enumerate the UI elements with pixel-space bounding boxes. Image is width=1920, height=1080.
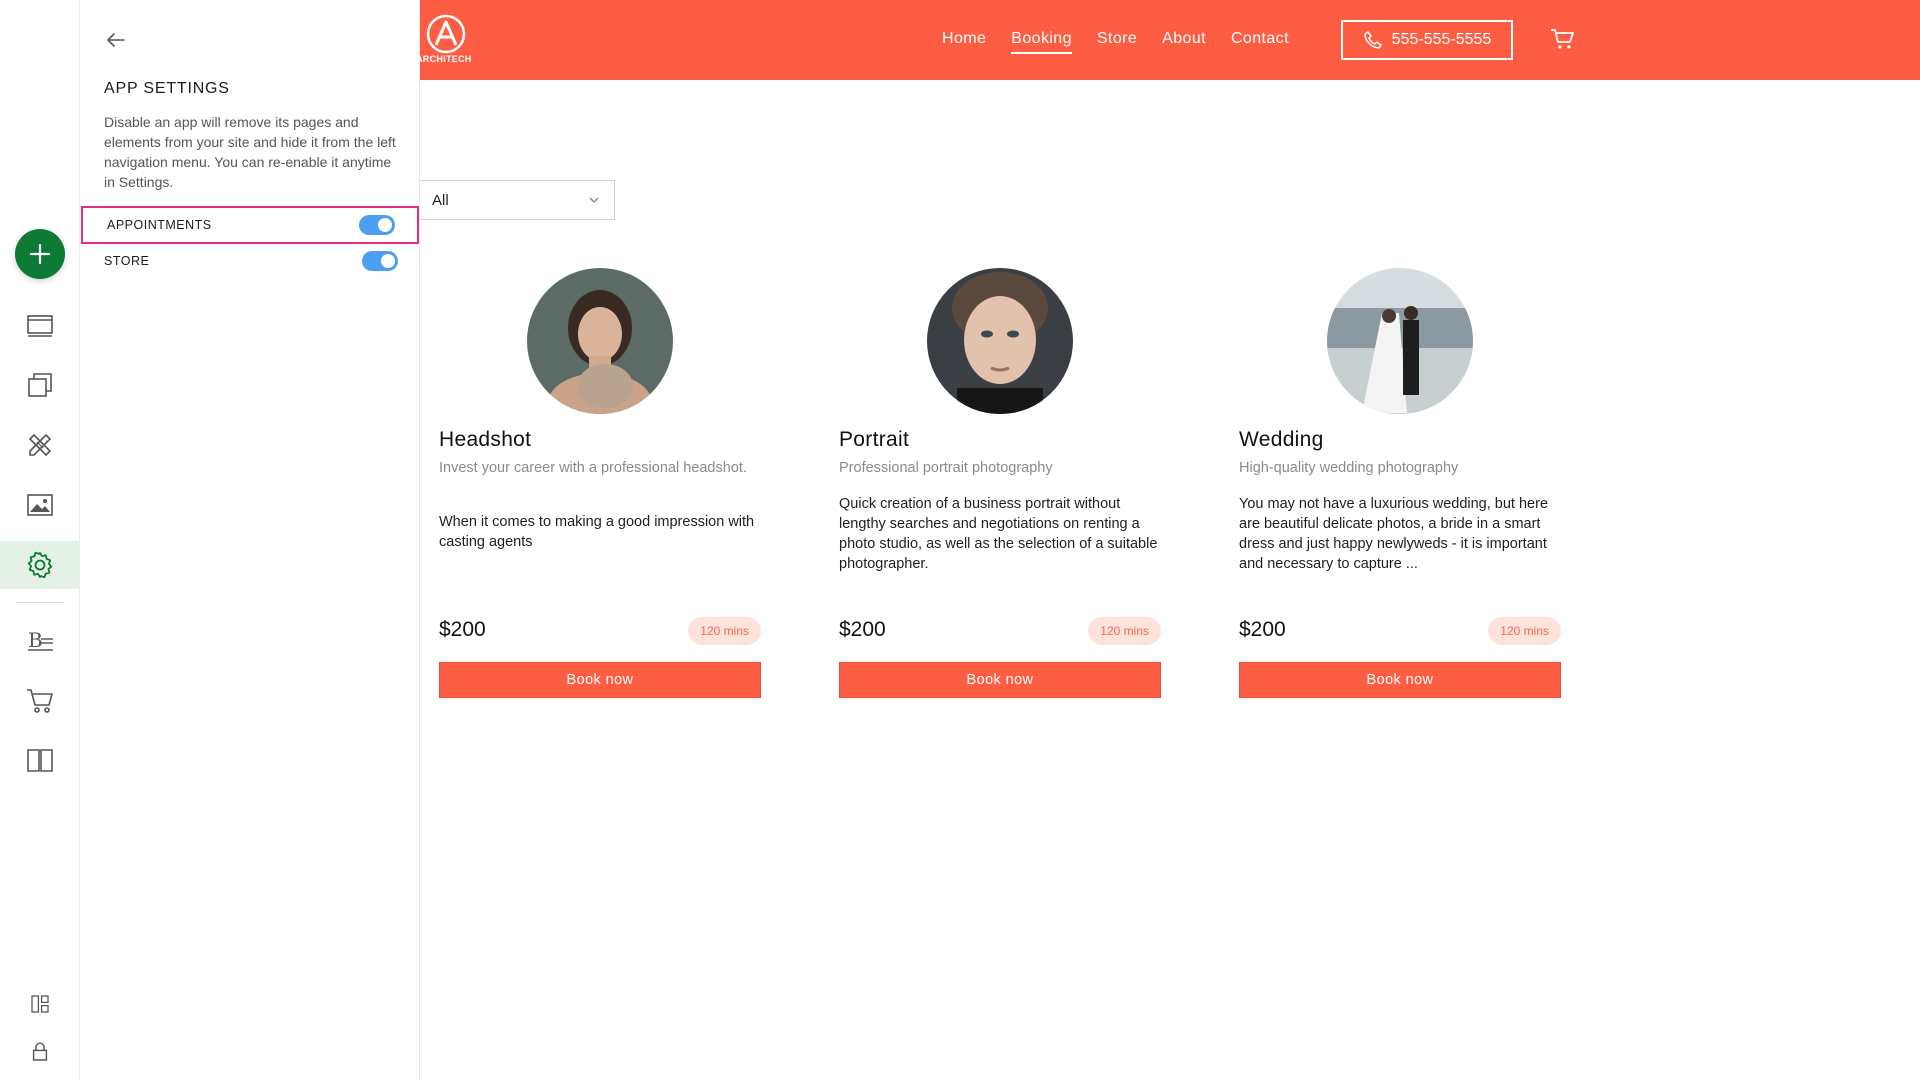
blog-button[interactable]: B	[0, 616, 80, 664]
book-now-button[interactable]: Book now	[1239, 662, 1561, 698]
app-label-appointments: APPOINTMENTS	[107, 218, 212, 232]
cart-icon	[27, 689, 53, 713]
cart-icon[interactable]	[1550, 27, 1576, 51]
help-book-button[interactable]	[0, 736, 80, 784]
category-filter-dropdown[interactable]: All	[420, 180, 615, 220]
lock-button[interactable]	[0, 1028, 80, 1076]
layout-icon	[27, 315, 53, 337]
book-icon	[27, 749, 53, 772]
service-card-portrait: Portrait Professional portrait photograp…	[839, 268, 1161, 708]
logo-text: ARCHITECH	[416, 54, 472, 64]
back-arrow-icon[interactable]	[102, 28, 130, 52]
panel-title: APP SETTINGS	[104, 80, 230, 97]
headshot-photo	[527, 268, 673, 414]
portrait-photo	[927, 268, 1073, 414]
book-now-button[interactable]: Book now	[839, 662, 1161, 698]
pages-button[interactable]	[0, 361, 80, 409]
media-button[interactable]	[0, 481, 80, 529]
svg-text:B: B	[28, 628, 43, 652]
app-settings-panel: APP SETTINGS Disable an app will remove …	[80, 0, 420, 1080]
service-card-wedding: Wedding High-quality wedding photography…	[1239, 268, 1561, 708]
nav-about[interactable]: About	[1162, 26, 1206, 54]
appointments-toggle[interactable]	[359, 215, 395, 235]
add-element-button[interactable]	[15, 229, 65, 279]
service-price: $200	[1239, 618, 1286, 641]
app-row-store: STORE	[80, 242, 420, 280]
site-preview: ARCHITECH Home Booking Store About Conta…	[416, 0, 1920, 1080]
book-now-button[interactable]: Book now	[439, 662, 761, 698]
service-description: When it comes to making a good impressio…	[439, 514, 755, 550]
design-tools-icon	[28, 433, 52, 457]
store-toggle[interactable]	[362, 251, 398, 271]
duration-badge: 120 mins	[688, 617, 761, 645]
nav-contact[interactable]: Contact	[1231, 26, 1289, 54]
site-nav: Home Booking Store About Contact	[942, 0, 1289, 80]
pages-icon	[28, 373, 52, 397]
service-title: Headshot	[439, 428, 532, 451]
settings-button[interactable]	[0, 541, 80, 589]
editor-sidebar: B	[0, 0, 80, 1080]
filter-selected-value: All	[432, 191, 449, 209]
service-description: You may not have a luxurious wedding, bu…	[1239, 496, 1549, 572]
service-subtitle: High-quality wedding photography	[1239, 460, 1459, 476]
app-label-store: STORE	[104, 254, 150, 268]
panel-description: Disable an app will remove its pages and…	[104, 114, 396, 190]
layout-button[interactable]	[0, 301, 80, 349]
gear-icon	[27, 551, 53, 579]
service-title: Portrait	[839, 428, 910, 451]
service-price: $200	[439, 618, 486, 641]
service-price: $200	[839, 618, 886, 641]
site-header: ARCHITECH Home Booking Store About Conta…	[416, 0, 1920, 80]
duration-badge: 120 mins	[1088, 617, 1161, 645]
nav-booking[interactable]: Booking	[1011, 26, 1072, 54]
dashboard-icon	[31, 995, 49, 1013]
service-subtitle: Professional portrait photography	[839, 460, 1053, 476]
phone-button[interactable]: 555-555-5555	[1341, 20, 1513, 60]
nav-store[interactable]: Store	[1097, 26, 1137, 54]
service-subtitle: Invest your career with a professional h…	[439, 460, 747, 476]
phone-number: 555-555-5555	[1391, 31, 1492, 48]
chevron-down-icon	[589, 197, 599, 203]
service-title: Wedding	[1239, 428, 1324, 451]
phone-icon	[1363, 31, 1382, 49]
blog-icon: B	[28, 628, 53, 652]
service-card-headshot: Headshot Invest your career with a profe…	[439, 268, 761, 708]
nav-home[interactable]: Home	[942, 26, 986, 54]
wedding-photo	[1327, 268, 1473, 414]
store-button[interactable]	[0, 676, 80, 724]
design-tools-button[interactable]	[0, 421, 80, 469]
duration-badge: 120 mins	[1488, 617, 1561, 645]
lock-icon	[32, 1042, 48, 1061]
rail-divider	[16, 602, 64, 603]
service-description: Quick creation of a business portrait wi…	[839, 496, 1158, 572]
image-icon	[27, 494, 53, 516]
dashboard-button[interactable]	[0, 980, 80, 1028]
app-row-appointments: APPOINTMENTS	[81, 206, 419, 244]
plus-icon	[29, 243, 51, 265]
